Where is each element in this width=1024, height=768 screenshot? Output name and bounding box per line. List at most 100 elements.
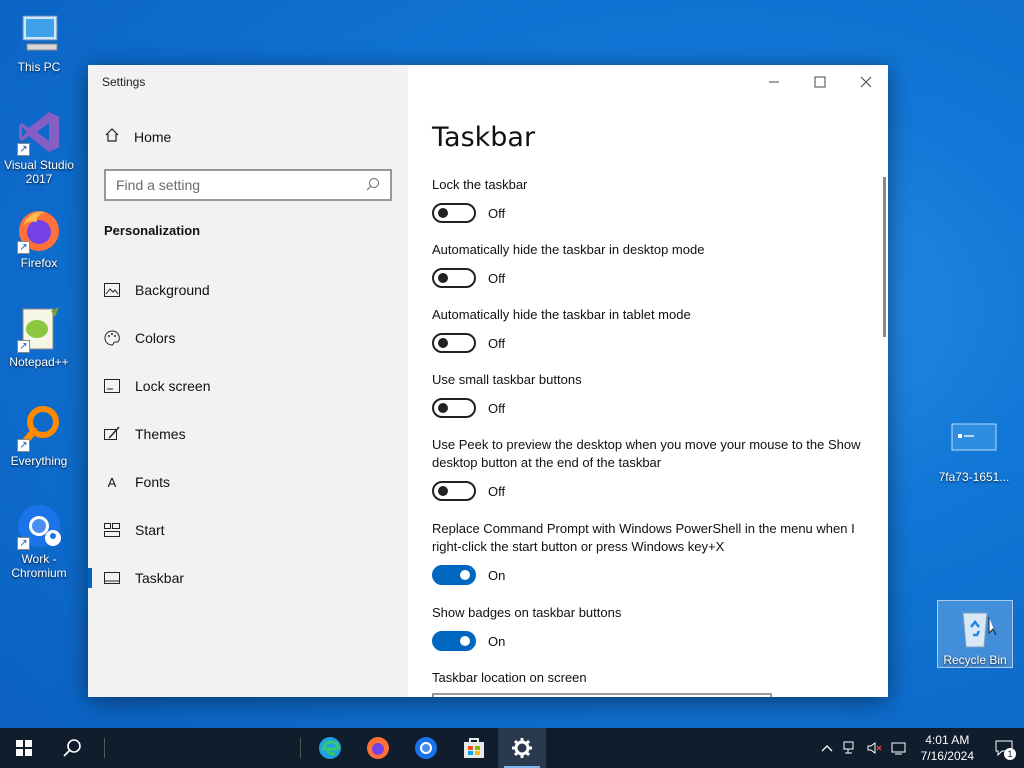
- setting-label: Use Peek to preview the desktop when you…: [432, 437, 861, 470]
- notification-badge: 1: [1004, 748, 1016, 760]
- nav-item-label: Background: [135, 282, 210, 298]
- taskbar-search-button[interactable]: [48, 728, 96, 768]
- window-title: Settings: [102, 75, 146, 89]
- desktop-icon-file[interactable]: 7fa73-1651...: [936, 420, 1012, 484]
- notepadpp-icon: ↗: [15, 305, 63, 353]
- toggle-state: Off: [488, 400, 506, 416]
- firefox-icon: ↗: [15, 206, 63, 254]
- settings-nav-pane: Settings Home Find a setting Personaliza…: [88, 65, 408, 697]
- gear-icon: [512, 738, 532, 758]
- lock-screen-icon: [104, 378, 120, 394]
- shortcut-arrow-icon: ↗: [17, 537, 30, 550]
- desktop-icon-label: This PC: [17, 60, 61, 74]
- settings-window: Settings Home Find a setting Personaliza…: [88, 65, 888, 697]
- setting-label: Lock the taskbar: [432, 177, 528, 192]
- taskbar-edge[interactable]: [306, 728, 354, 768]
- setting-autohide-tablet: Automatically hide the taskbar in tablet…: [432, 306, 862, 353]
- start-layout-icon: [104, 522, 120, 538]
- nav-item-colors[interactable]: Colors: [88, 318, 408, 358]
- desktop-icon-everything[interactable]: ↗ Everything: [1, 404, 77, 468]
- setting-label: Replace Command Prompt with Windows Powe…: [432, 521, 855, 554]
- location-dropdown[interactable]: [432, 693, 772, 697]
- desktop-icon-notepadpp[interactable]: ↗ Notepad++: [1, 305, 77, 369]
- setting-label: Use small taskbar buttons: [432, 372, 582, 387]
- window-file-icon: [950, 420, 998, 468]
- content-scrollbar[interactable]: [883, 177, 886, 337]
- toggle-state: Off: [488, 335, 506, 351]
- toggle-switch[interactable]: [432, 333, 476, 353]
- nav-item-label: Start: [135, 522, 165, 538]
- taskbar-store[interactable]: [450, 728, 498, 768]
- desktop-icon-label: Recycle Bin: [943, 653, 1007, 667]
- clock[interactable]: 4:01 AM 7/16/2024: [911, 732, 984, 764]
- page-title: Taskbar: [432, 122, 536, 153]
- network-icon: [843, 741, 854, 754]
- setting-powershell: Replace Command Prompt with Windows Powe…: [432, 520, 862, 585]
- minimize-icon: [769, 81, 779, 83]
- search-icon: [63, 739, 81, 757]
- brush-icon: [104, 426, 120, 442]
- display-icon: [891, 742, 906, 755]
- setting-label: Show badges on taskbar buttons: [432, 605, 622, 620]
- search-input[interactable]: Find a setting: [104, 169, 392, 201]
- search-icon: [366, 177, 380, 194]
- nav-item-label: Themes: [135, 426, 186, 442]
- taskbar-settings[interactable]: [498, 728, 546, 768]
- recycle-bin-icon: [951, 603, 999, 651]
- close-icon: [860, 76, 872, 88]
- nav-item-lock-screen[interactable]: Lock screen: [88, 366, 408, 406]
- setting-autohide-desktop: Automatically hide the taskbar in deskto…: [432, 241, 862, 288]
- toggle-state: On: [488, 633, 506, 649]
- toggle-switch[interactable]: [432, 203, 476, 223]
- nav-item-fonts[interactable]: A Fonts: [88, 462, 408, 502]
- volume-button[interactable]: [863, 728, 887, 768]
- action-center-button[interactable]: 1: [984, 728, 1024, 768]
- minimize-button[interactable]: [751, 69, 797, 95]
- toggle-switch[interactable]: [432, 268, 476, 288]
- desktop-icon-recycle-bin[interactable]: Recycle Bin: [937, 600, 1013, 668]
- toggle-state: Off: [488, 483, 506, 499]
- setting-peek: Use Peek to preview the desktop when you…: [432, 436, 862, 501]
- taskbar-firefox[interactable]: [354, 728, 402, 768]
- desktop-icon-work-chromium[interactable]: ↗ Work - Chromium: [1, 502, 77, 580]
- close-button[interactable]: [843, 69, 888, 95]
- nav-item-label: Fonts: [135, 474, 171, 490]
- palette-icon: [104, 330, 120, 346]
- everything-search-icon: ↗: [15, 404, 63, 452]
- toggle-switch[interactable]: [432, 631, 476, 651]
- image-icon: [104, 282, 120, 298]
- nav-item-label: Colors: [135, 330, 176, 346]
- desktop-icon-firefox[interactable]: ↗ Firefox: [1, 206, 77, 270]
- setting-label: Automatically hide the taskbar in deskto…: [432, 242, 705, 257]
- desktop-icon-this-pc[interactable]: This PC: [1, 10, 77, 74]
- maximize-button[interactable]: [797, 69, 843, 95]
- toggle-switch[interactable]: [432, 481, 476, 501]
- maximize-icon: [814, 76, 826, 88]
- setting-small-buttons: Use small taskbar buttons Off: [432, 371, 862, 418]
- taskbar-chromium[interactable]: [402, 728, 450, 768]
- desktop-icon-label: 7fa73-1651...: [938, 470, 1010, 484]
- taskbar-divider: [104, 738, 106, 758]
- desktop-icon-label: Visual Studio 2017: [4, 158, 74, 186]
- start-button[interactable]: [0, 728, 48, 768]
- desktop-icon-label: Everything: [10, 454, 68, 468]
- network-button[interactable]: [839, 728, 863, 768]
- windows-logo-icon: [16, 740, 32, 756]
- show-hidden-icons-button[interactable]: [815, 728, 839, 768]
- chevron-up-icon: [821, 745, 833, 752]
- search-placeholder: Find a setting: [116, 177, 201, 193]
- home-icon: [104, 127, 134, 146]
- toggle-switch[interactable]: [432, 565, 476, 585]
- volume-muted-icon: [867, 742, 882, 754]
- nav-item-themes[interactable]: Themes: [88, 414, 408, 454]
- nav-home-link[interactable]: Home: [104, 127, 171, 146]
- setting-label: Automatically hide the taskbar in tablet…: [432, 307, 691, 322]
- chromium-icon: ↗: [15, 502, 63, 550]
- toggle-switch[interactable]: [432, 398, 476, 418]
- nav-item-background[interactable]: Background: [88, 270, 408, 310]
- display-button[interactable]: [887, 728, 911, 768]
- toggle-state: Off: [488, 270, 506, 286]
- desktop-icon-visual-studio[interactable]: ↗ Visual Studio 2017: [1, 108, 77, 186]
- nav-item-start[interactable]: Start: [88, 510, 408, 550]
- nav-item-taskbar[interactable]: Taskbar: [88, 558, 408, 598]
